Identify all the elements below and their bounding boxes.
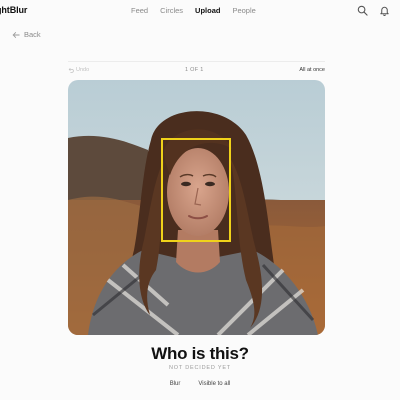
- undo-label: Undo: [76, 67, 90, 73]
- back-button[interactable]: Back: [12, 30, 41, 39]
- nav-circles[interactable]: Circles: [160, 6, 183, 15]
- nav-people[interactable]: People: [232, 6, 255, 15]
- blur-button[interactable]: Blur: [170, 381, 181, 387]
- review-toolbar: Undo 1 OF 1 All at once: [68, 61, 325, 77]
- back-label: Back: [24, 30, 41, 39]
- top-bar: ghtBlur Feed Circles Upload People: [0, 0, 400, 23]
- all-at-once-button[interactable]: All at once: [299, 67, 325, 73]
- header-actions: [357, 5, 390, 16]
- face-counter: 1 OF 1: [185, 67, 204, 73]
- visible-to-all-button[interactable]: Visible to all: [198, 381, 230, 387]
- nav-feed[interactable]: Feed: [131, 6, 148, 15]
- undo-icon: [68, 67, 74, 73]
- face-detection-box[interactable]: [161, 138, 231, 242]
- who-is-this-heading: Who is this?: [151, 344, 249, 363]
- main-nav: Feed Circles Upload People: [131, 6, 256, 15]
- nav-upload[interactable]: Upload: [195, 6, 220, 15]
- photo-preview: [68, 80, 325, 335]
- undo-button[interactable]: Undo: [68, 67, 89, 73]
- bell-icon[interactable]: [379, 5, 390, 16]
- arrow-left-icon: [12, 31, 20, 38]
- decision-actions: Blur Visible to all: [0, 381, 400, 387]
- decision-status: NOT DECIDED YET: [169, 365, 231, 371]
- brand-logo[interactable]: ghtBlur: [0, 5, 27, 15]
- search-icon[interactable]: [357, 5, 368, 16]
